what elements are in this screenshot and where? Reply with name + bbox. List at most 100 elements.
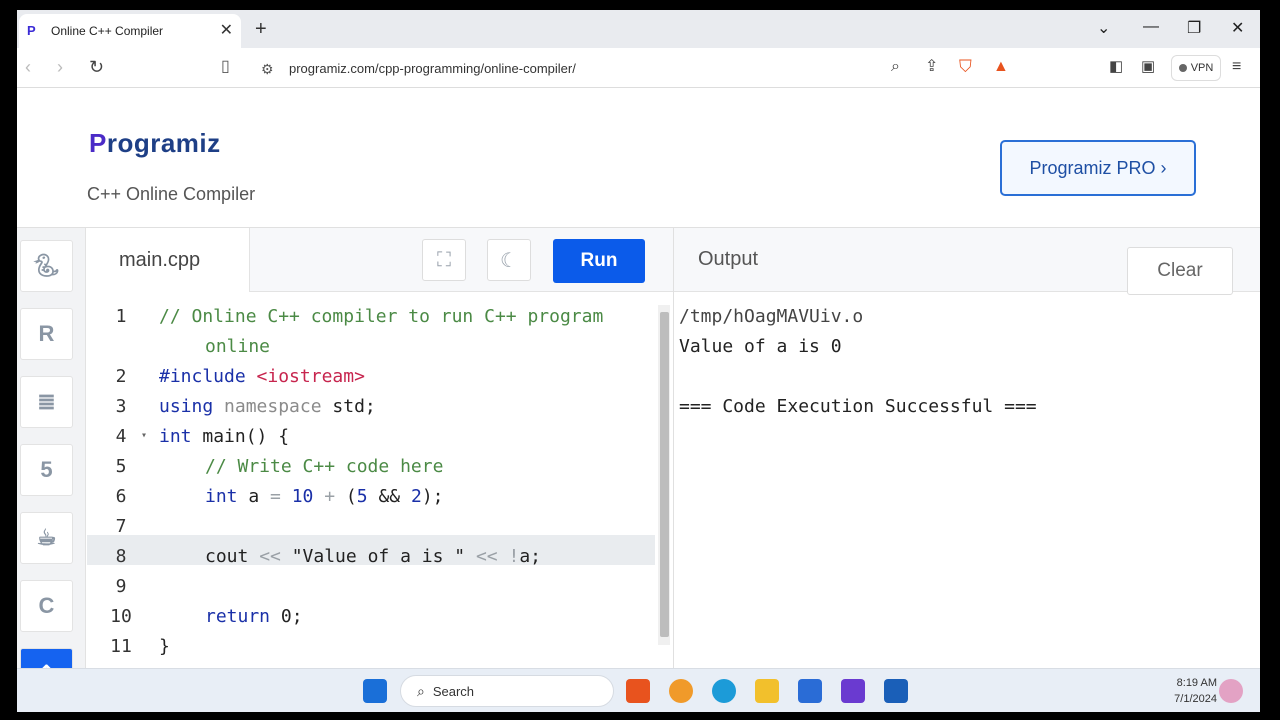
code-token: 10: [280, 486, 325, 507]
line-number: 7: [115, 516, 127, 537]
reload-icon[interactable]: ↻: [89, 58, 104, 76]
clock-date: 7/1/2024: [1174, 693, 1217, 705]
code-token: +: [324, 486, 336, 507]
code-line-wrap: online: [205, 336, 271, 357]
site-header: Programiz C++ Online Compiler Programiz …: [17, 88, 1260, 228]
run-button[interactable]: Run: [553, 239, 645, 283]
html5-icon[interactable]: 5: [20, 444, 73, 496]
output-line: /tmp/hOagMAVUiv.o: [679, 306, 864, 327]
taskbar-search-label: Search: [432, 683, 475, 699]
site-info-icon[interactable]: ⚙: [261, 60, 274, 78]
address-bar-url[interactable]: programiz.com/cpp-programming/online-com…: [289, 61, 576, 76]
clear-button[interactable]: Clear: [1127, 247, 1233, 295]
code-token: 0;: [270, 606, 303, 627]
python-icon[interactable]: 🐍︎: [20, 240, 73, 292]
code-token: &&: [367, 486, 411, 507]
share-icon[interactable]: ⇪: [925, 58, 938, 76]
programiz-favicon-icon: P: [27, 23, 36, 38]
tab-title: Online C++ Compiler: [51, 24, 164, 38]
close-window-icon[interactable]: ✕: [1231, 18, 1244, 38]
app-icon[interactable]: [841, 679, 865, 703]
brave-shield-icon[interactable]: ⛉: [959, 58, 972, 76]
language-sidebar: 🐍︎ R ≣ 5 ☕︎ C ⌃: [17, 228, 86, 700]
store-icon[interactable]: [798, 679, 822, 703]
menu-icon[interactable]: ≡: [1232, 58, 1241, 76]
vpn-button[interactable]: VPN: [1171, 55, 1221, 81]
back-icon[interactable]: ‹: [25, 58, 31, 76]
browser-tab[interactable]: P Online C++ Compiler ✕: [19, 14, 241, 48]
new-tab-icon[interactable]: +: [255, 18, 267, 41]
code-line: // Write C++ code here: [205, 456, 444, 477]
line-number: 11: [110, 636, 132, 657]
code-token: #include: [159, 366, 246, 387]
line-number: 3: [115, 396, 127, 417]
close-tab-icon[interactable]: ✕: [220, 23, 233, 39]
java-icon[interactable]: ☕︎: [20, 512, 73, 564]
maximize-icon[interactable]: ❐: [1187, 18, 1201, 38]
file-tab[interactable]: main.cpp: [87, 228, 250, 293]
line-number: 6: [115, 486, 127, 507]
code-token: =: [270, 486, 281, 507]
code-line: }: [159, 636, 170, 657]
windows-taskbar: ⌕ Search 8:19 AM 7/1/2024: [17, 668, 1260, 712]
output-line: Value of a is 0: [679, 336, 842, 357]
minimize-icon[interactable]: —: [1143, 18, 1159, 36]
line-number: 9: [115, 576, 127, 597]
code-token: <<: [475, 546, 498, 567]
line-number: 2: [115, 366, 127, 387]
line-number: 8: [115, 546, 127, 567]
edge-icon[interactable]: [712, 679, 736, 703]
code-token: main() {: [191, 426, 290, 447]
blender-icon[interactable]: [669, 679, 693, 703]
code-line: return 0;: [205, 606, 303, 627]
line-number: 1: [115, 306, 127, 327]
code-token: (: [335, 486, 357, 507]
code-line: cout << "Value of a is " << !a;: [205, 546, 541, 567]
windows-start-icon[interactable]: [363, 679, 387, 703]
logo-initial: P: [89, 128, 107, 158]
code-token: <<: [259, 546, 281, 567]
code-token: <iostream>: [256, 366, 365, 387]
brave-browser-icon[interactable]: [626, 679, 650, 703]
copilot-icon[interactable]: [1219, 679, 1243, 703]
output-console[interactable]: /tmp/hOagMAVUiv.o Value of a is 0 === Co…: [679, 292, 1249, 668]
pane-divider[interactable]: [673, 228, 674, 668]
code-token: 2: [410, 486, 422, 507]
code-token: cout: [205, 546, 260, 567]
code-token: 5: [356, 486, 368, 507]
forward-icon[interactable]: ›: [57, 58, 63, 76]
fullscreen-icon[interactable]: ⛶: [422, 239, 466, 281]
dark-mode-icon[interactable]: ☾: [487, 239, 531, 281]
code-line: int main() {: [159, 426, 289, 447]
code-line: int a = 10 + (5 && 2);: [205, 486, 444, 507]
file-explorer-icon[interactable]: [755, 679, 779, 703]
wallet-icon[interactable]: ▣: [1141, 58, 1155, 76]
code-editor[interactable]: 1 2 3 4 ▾ 5 6 7 8 9 10 11 // Online C++ …: [87, 292, 657, 668]
logo-text: rogramiz: [106, 128, 221, 158]
r-icon[interactable]: R: [20, 308, 73, 360]
programiz-pro-button[interactable]: Programiz PRO ›: [1000, 140, 1196, 196]
code-token: std;: [321, 396, 376, 417]
code-token: return: [205, 606, 271, 627]
fold-arrow-icon[interactable]: ▾: [141, 430, 147, 441]
search-icon: ⌕: [417, 682, 425, 699]
c-icon[interactable]: C: [20, 580, 73, 632]
page-subtitle: C++ Online Compiler: [87, 184, 256, 204]
tab-search-icon[interactable]: ⌄: [1097, 18, 1110, 38]
brave-rewards-icon[interactable]: ▲: [993, 58, 1009, 76]
line-number: 5: [115, 456, 127, 477]
code-token: );: [421, 486, 444, 507]
system-clock[interactable]: 8:19 AM 7/1/2024: [1137, 675, 1217, 707]
sql-database-icon[interactable]: ≣: [20, 376, 73, 428]
browser-tabstrip: P Online C++ Compiler ✕ + ⌄ — ❐ ✕: [17, 10, 1260, 48]
code-token: namespace: [224, 396, 322, 417]
code-token: a: [237, 486, 271, 507]
programiz-logo[interactable]: Programiz: [89, 128, 221, 159]
sidebar-toggle-icon[interactable]: ◧: [1109, 58, 1123, 76]
app-icon-2[interactable]: [884, 679, 908, 703]
zoom-icon[interactable]: ⌕: [891, 58, 900, 76]
editor-scrollbar-thumb[interactable]: [660, 312, 669, 637]
bookmark-icon[interactable]: ▯: [221, 58, 230, 76]
screen: P Online C++ Compiler ✕ + ⌄ — ❐ ✕ ‹ › ↻ …: [17, 10, 1260, 712]
taskbar-search[interactable]: ⌕ Search: [400, 675, 614, 707]
